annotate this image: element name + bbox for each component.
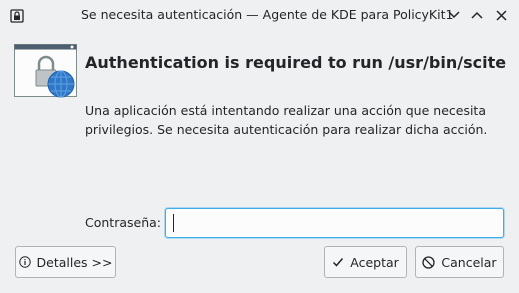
password-field[interactable] xyxy=(165,208,504,238)
chevron-down-icon[interactable] xyxy=(445,6,463,24)
cancel-button[interactable]: Cancelar xyxy=(415,246,504,278)
lock-icon xyxy=(10,8,24,23)
cancel-icon xyxy=(422,255,436,269)
authentication-lock-globe-icon xyxy=(14,44,78,98)
accept-button[interactable]: Aceptar xyxy=(324,246,407,278)
dialog-heading: Authentication is required to run /usr/b… xyxy=(85,53,507,72)
close-icon[interactable] xyxy=(492,6,510,24)
text-caret xyxy=(173,214,174,232)
chevron-up-icon[interactable] xyxy=(468,6,486,24)
accept-button-label: Aceptar xyxy=(350,254,399,270)
window-title: Se necesita autenticación — Agente de KD… xyxy=(81,7,454,22)
info-icon xyxy=(18,256,31,268)
details-button[interactable]: Detalles >> xyxy=(15,246,116,278)
title-bar[interactable]: Se necesita autenticación — Agente de KD… xyxy=(0,0,519,30)
dialog-message: Una aplicación está intentando realizar … xyxy=(85,103,488,137)
password-label: Contraseña: xyxy=(85,215,161,230)
check-icon xyxy=(333,258,344,267)
cancel-button-label: Cancelar xyxy=(441,254,497,270)
details-button-label: Detalles >> xyxy=(36,254,113,270)
